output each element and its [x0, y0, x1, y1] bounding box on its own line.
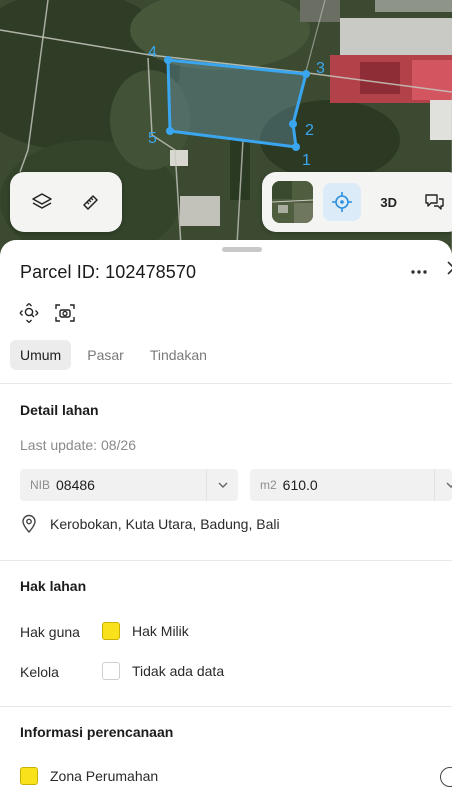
parcel-vertex[interactable]: [166, 127, 174, 135]
vertex-label: 4: [148, 44, 157, 61]
zoom-to-parcel-button[interactable]: [18, 302, 40, 324]
close-icon: [447, 261, 452, 275]
kelola-value: Tidak ada data: [102, 662, 224, 680]
area-field[interactable]: m2 610.0: [250, 469, 452, 501]
tab-bar: Umum Pasar Tindakan: [10, 340, 217, 370]
search-zoom-icon: [19, 303, 39, 323]
chat-icon: [425, 194, 444, 210]
feedback-button[interactable]: [416, 182, 452, 222]
kelola-label: Kelola: [20, 664, 59, 680]
area-value: 610.0: [282, 477, 318, 493]
basemap-button[interactable]: [272, 181, 314, 223]
zone-label: Zona Perumahan: [50, 768, 159, 784]
camera-icon: [55, 304, 75, 322]
vertex-label: 3: [316, 60, 325, 77]
view-3d-button[interactable]: 3D: [371, 182, 407, 222]
tab-umum[interactable]: Umum: [10, 340, 72, 370]
layers-icon: [32, 193, 52, 209]
parcel-vertex[interactable]: [302, 70, 310, 78]
map-tools-right: 3D: [262, 172, 452, 232]
divider: [0, 383, 452, 384]
divider: [0, 560, 452, 561]
parcel-tools: [18, 302, 76, 324]
vertex-label: 1: [302, 152, 311, 169]
layers-button[interactable]: [24, 182, 60, 222]
hak-guna-text: Hak Milik: [132, 623, 189, 639]
sheet-actions: [410, 260, 452, 281]
vertex-label: 2: [305, 122, 314, 139]
color-swatch: [102, 622, 120, 640]
location-pin-icon: [22, 514, 36, 534]
nib-dropdown[interactable]: [206, 469, 238, 501]
hak-guna-value: Hak Milik: [102, 622, 189, 640]
nib-value: 08486: [56, 477, 95, 493]
ruler-icon: [83, 195, 98, 210]
tab-pasar[interactable]: Pasar: [77, 340, 134, 370]
vertex-label: 5: [148, 130, 157, 147]
satellite-thumbnail: [272, 181, 314, 223]
crosshair-icon: [332, 192, 353, 212]
info-icon[interactable]: [440, 767, 452, 787]
hak-guna-label: Hak guna: [20, 624, 80, 640]
locate-button[interactable]: [323, 183, 361, 221]
address-row: Kerobokan, Kuta Utara, Badung, Bali: [20, 514, 280, 534]
area-prefix: m2: [260, 478, 277, 492]
parcel-title: Parcel ID: 102478570: [20, 262, 197, 282]
parcel-boundary[interactable]: [166, 58, 308, 149]
chevron-down-icon: [218, 482, 227, 488]
zone-row[interactable]: Zona Perumahan: [20, 767, 158, 785]
map-view[interactable]: 1 2 3 4 5 3D: [0, 0, 452, 262]
parcel-vertex[interactable]: [292, 143, 300, 151]
parcel-sheet: Parcel ID: 102478570 Umum Pasar Tindakan…: [0, 240, 452, 804]
tab-tindakan[interactable]: Tindakan: [140, 340, 217, 370]
last-update: Last update: 08/26: [20, 437, 136, 453]
zone-swatch: [20, 767, 38, 785]
measure-button[interactable]: [72, 182, 108, 222]
drag-handle[interactable]: [222, 247, 262, 252]
planning-section-title: Informasi perencanaan: [20, 724, 174, 740]
map-tools-left: [10, 172, 122, 232]
detail-section-title: Detail lahan: [20, 402, 99, 418]
area-dropdown[interactable]: [434, 469, 452, 501]
nib-field[interactable]: NIB 08486: [20, 469, 238, 501]
divider: [0, 706, 452, 707]
hak-section-title: Hak lahan: [20, 578, 87, 594]
more-icon: [411, 269, 427, 274]
chevron-down-icon: [446, 482, 452, 488]
close-button[interactable]: [446, 260, 452, 281]
address-text: Kerobokan, Kuta Utara, Badung, Bali: [50, 516, 280, 532]
nib-prefix: NIB: [30, 478, 51, 492]
screenshot-button[interactable]: [54, 302, 76, 324]
kelola-text: Tidak ada data: [132, 663, 225, 679]
more-button[interactable]: [410, 262, 428, 280]
parcel-vertex[interactable]: [164, 56, 172, 64]
parcel-vertex[interactable]: [289, 120, 297, 128]
color-swatch: [102, 662, 120, 680]
